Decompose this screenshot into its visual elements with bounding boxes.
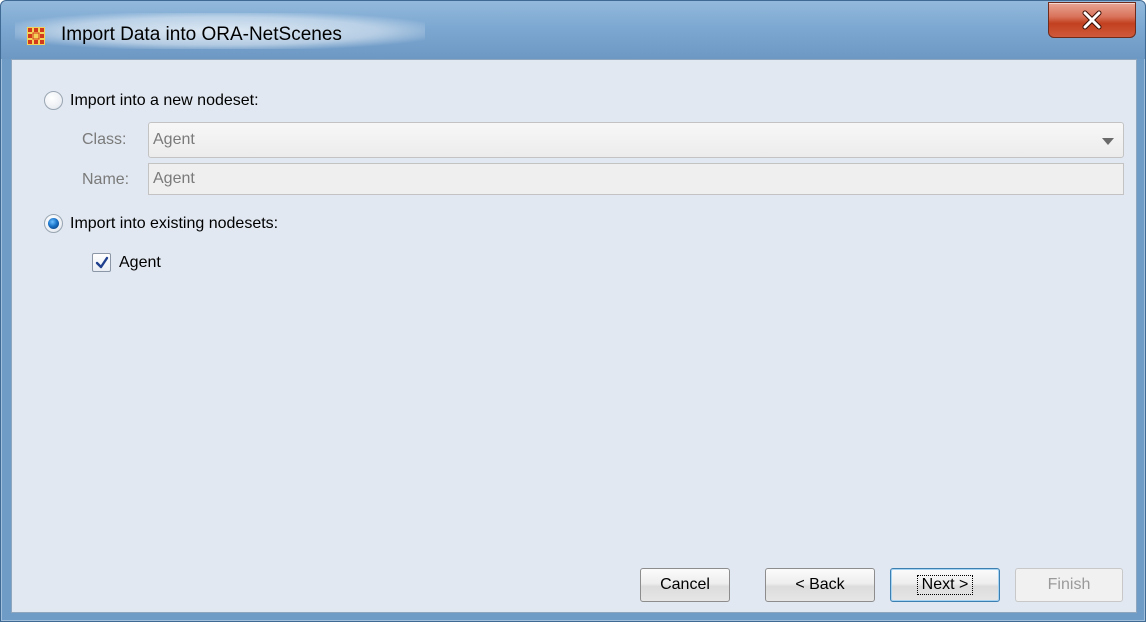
ora-grid-icon	[27, 27, 45, 45]
agent-checkbox[interactable]	[92, 253, 111, 272]
cancel-button[interactable]: Cancel	[640, 568, 730, 602]
agent-checkbox-label: Agent	[119, 253, 161, 271]
close-icon	[1082, 10, 1102, 30]
cancel-button-label: Cancel	[660, 576, 710, 593]
radio-existing-nodesets-label: Import into existing nodesets:	[70, 214, 279, 232]
dialog-content: Import into a new nodeset: Class: Agent …	[11, 59, 1137, 613]
class-dropdown[interactable]: Agent	[148, 122, 1124, 158]
close-button[interactable]	[1048, 2, 1136, 38]
name-field-value: Agent	[153, 170, 195, 187]
name-field[interactable]: Agent	[148, 163, 1124, 195]
radio-existing-nodesets[interactable]: Import into existing nodesets:	[44, 214, 278, 233]
radio-new-nodeset-control[interactable]	[44, 91, 63, 110]
next-button-label: Next >	[916, 575, 974, 595]
radio-new-nodeset-label: Import into a new nodeset:	[70, 91, 259, 109]
dialog-window: Import Data into ORA-NetScenes Import in…	[0, 0, 1146, 622]
title-bar[interactable]: Import Data into ORA-NetScenes	[1, 1, 1145, 59]
finish-button-label: Finish	[1047, 576, 1091, 593]
class-dropdown-value: Agent	[153, 131, 195, 148]
radio-new-nodeset[interactable]: Import into a new nodeset:	[44, 91, 259, 110]
back-button-label: < Back	[795, 576, 845, 593]
back-button[interactable]: < Back	[765, 568, 875, 602]
name-label: Name:	[82, 171, 130, 188]
chevron-down-icon[interactable]	[1102, 138, 1114, 145]
class-label: Class:	[82, 131, 127, 148]
radio-existing-nodesets-control[interactable]	[44, 214, 63, 233]
finish-button[interactable]: Finish	[1015, 568, 1123, 602]
window-title: Import Data into ORA-NetScenes	[61, 24, 342, 45]
next-button[interactable]: Next >	[890, 568, 1000, 602]
nodeset-checkbox-agent[interactable]: Agent	[92, 253, 161, 272]
checkmark-icon	[95, 256, 108, 268]
